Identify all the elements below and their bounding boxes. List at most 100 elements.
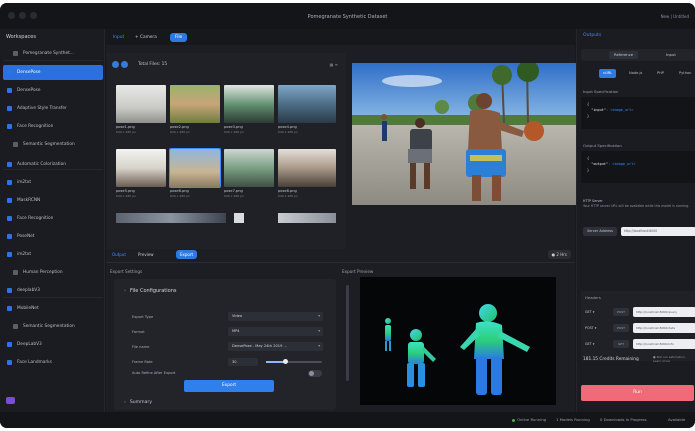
sidebar-item[interactable]: DensePose [3, 65, 103, 80]
run-button[interactable]: Run [581, 385, 694, 401]
filter-icon[interactable] [121, 61, 128, 68]
http-server-note: HTTP Server Your HTTP server URL will be… [583, 199, 693, 209]
tab-camera[interactable]: + Camera [130, 33, 162, 42]
thumbnail[interactable]: pose3.png 640 x 480 px [224, 85, 274, 134]
export-preview-label: Export Preview [342, 269, 374, 274]
server-address-button[interactable]: Server Address [583, 227, 617, 236]
thumbnail[interactable]: pose4.png 640 x 480 px [278, 85, 336, 134]
tab-reference[interactable]: Reference [609, 51, 639, 59]
model-icon [7, 216, 12, 221]
sidebar-item[interactable]: Semantic Segmentation [3, 319, 103, 334]
thumbnail[interactable]: pose7.png 640 x 480 px [224, 149, 274, 198]
input-tabs: Input + Camera File [106, 29, 575, 45]
frame-rate-knob[interactable] [283, 359, 289, 364]
format-select[interactable]: MP4 ▾ [228, 327, 323, 336]
file-name-value: DensePose - May 24th 2019 ... [232, 344, 287, 348]
sidebar-item[interactable]: im2txt [3, 247, 103, 262]
sidebar-item[interactable]: DensePose [3, 83, 103, 98]
export-button[interactable]: Export [184, 380, 274, 392]
header-method[interactable]: GET ▾ [585, 308, 605, 316]
headers-label: Headers [585, 295, 601, 300]
sidebar-item[interactable]: Pomegranate Synthet... [3, 46, 103, 61]
sidebar-item[interactable]: deeplabV3 [3, 283, 103, 298]
view-toggle-icon[interactable]: ▦ ≡ [330, 62, 338, 67]
frame-rate-label: Frame Rate [132, 360, 153, 364]
file-config-title[interactable]: File Configurations [124, 288, 176, 294]
tab-output[interactable]: Output [108, 250, 130, 259]
sidebar-divider [3, 169, 103, 170]
thumbnail[interactable]: pose8.png 640 x 480 px [278, 149, 336, 198]
model-icon [7, 88, 12, 93]
tab-file[interactable]: File [170, 33, 188, 42]
pill-nodejs[interactable]: Node.js [625, 69, 646, 78]
header-select[interactable]: POST [613, 308, 629, 316]
total-files: Total Files: 15 [138, 62, 168, 67]
status-online-text: Online Running [517, 417, 547, 422]
frame-rate-slider[interactable] [266, 359, 322, 364]
scrollbar[interactable] [346, 285, 349, 381]
header-value-input[interactable]: http://localhost:8000/info [633, 339, 695, 349]
app-window: Pomegranate Synthetic Dataset New | Unti… [0, 3, 695, 428]
sidebar-item[interactable]: im2txt [3, 175, 103, 190]
sidebar-item[interactable]: PoseNet [3, 229, 103, 244]
export-settings-label: Export Settings [110, 269, 143, 274]
output-spec-code: { "output": <image_url> } [581, 151, 695, 183]
status-available: Available [668, 417, 686, 422]
header-value-input[interactable]: http://localhost:8000/data [633, 323, 695, 333]
input-preview-image [352, 63, 576, 205]
model-icon [7, 198, 12, 203]
sidebar-item[interactable]: Adaptive Style Transfer [3, 101, 103, 116]
title-right-label[interactable]: New | Untitled [661, 14, 689, 19]
tab-input-ref[interactable]: Input [661, 51, 681, 59]
sidebar-item[interactable]: Face Recognition [3, 211, 103, 226]
format-label: Format [132, 330, 145, 334]
thumbnail[interactable]: pose5.png 640 x 480 px [116, 149, 166, 198]
format-value: MP4 [232, 329, 240, 333]
header-method[interactable]: POST ▾ [585, 324, 605, 332]
tab-input[interactable]: Input [108, 33, 129, 42]
thumbnail[interactable]: pose2.png 640 x 480 px [170, 85, 220, 134]
export-type-value: Video [232, 314, 243, 318]
status-downloads: 0 Downloads In Progress [600, 417, 647, 422]
server-address-input[interactable]: http://localhost:8000 [621, 227, 695, 236]
header-select[interactable]: POST [613, 324, 629, 332]
code-brace: } [587, 168, 590, 172]
export-preview: Export Preview [342, 265, 575, 412]
sidebar-item[interactable]: Face Recognition [3, 119, 103, 134]
pill-curl[interactable]: cURL [599, 69, 617, 78]
sidebar-item[interactable]: Face Landmarks [3, 355, 103, 370]
tab-export[interactable]: Export [176, 250, 198, 259]
export-type-select[interactable]: Video ▾ [228, 312, 323, 321]
model-icon [7, 360, 12, 365]
select-all-icon[interactable] [112, 61, 119, 68]
sidebar: Workspaces Pomegranate Synthet... DensePo… [0, 29, 105, 412]
header-select[interactable]: GET [613, 340, 629, 348]
sidebar-item-label: Semantic Segmentation [23, 142, 75, 147]
sidebar-item[interactable]: MobileNet [3, 301, 103, 316]
frame-rate-input[interactable]: 30 [228, 358, 258, 366]
thumbnail-size: 640 x 480 px [278, 194, 298, 198]
image-gallery: Total Files: 15 ▦ ≡ pose1.png 640 x 480 … [106, 53, 346, 249]
pill-python[interactable]: Python [675, 69, 695, 78]
credits-note[interactable]: ● Not run estimation · Learn more [653, 355, 693, 363]
header-value-input[interactable]: http://localhost:8000/query [633, 307, 695, 317]
thumbnail-selected[interactable]: pose6.png 640 x 480 px [169, 148, 221, 198]
sidebar-item[interactable]: MaskRCNN [3, 193, 103, 208]
auto-refine-toggle[interactable] [308, 370, 322, 377]
sidebar-item[interactable]: Semantic Segmentation [3, 137, 103, 152]
sidebar-item-label: DeepLabV3 [17, 342, 42, 347]
sidebar-item[interactable]: DeepLabV3 [3, 337, 103, 352]
sidebar-item[interactable]: Human Perception [3, 265, 103, 280]
code-value: : <image_url> [608, 162, 636, 166]
folder-icon [13, 51, 18, 56]
sidebar-item-label: PoseNet [17, 234, 35, 239]
summary-title[interactable]: Summary [124, 400, 152, 405]
thumbnail-size: 640 x 480 px [224, 130, 244, 134]
thumbnail-image [278, 149, 336, 187]
file-name-select[interactable]: DensePose - May 24th 2019 ... ▾ [228, 342, 323, 351]
thumbnail[interactable]: pose1.png 640 x 480 px [116, 85, 166, 134]
outputs-panel: Outputs Reference Input cURL Node.js PHP… [576, 29, 695, 412]
pill-php[interactable]: PHP [653, 69, 668, 78]
tab-preview[interactable]: Preview [134, 250, 158, 259]
header-method[interactable]: GET ▾ [585, 340, 605, 348]
